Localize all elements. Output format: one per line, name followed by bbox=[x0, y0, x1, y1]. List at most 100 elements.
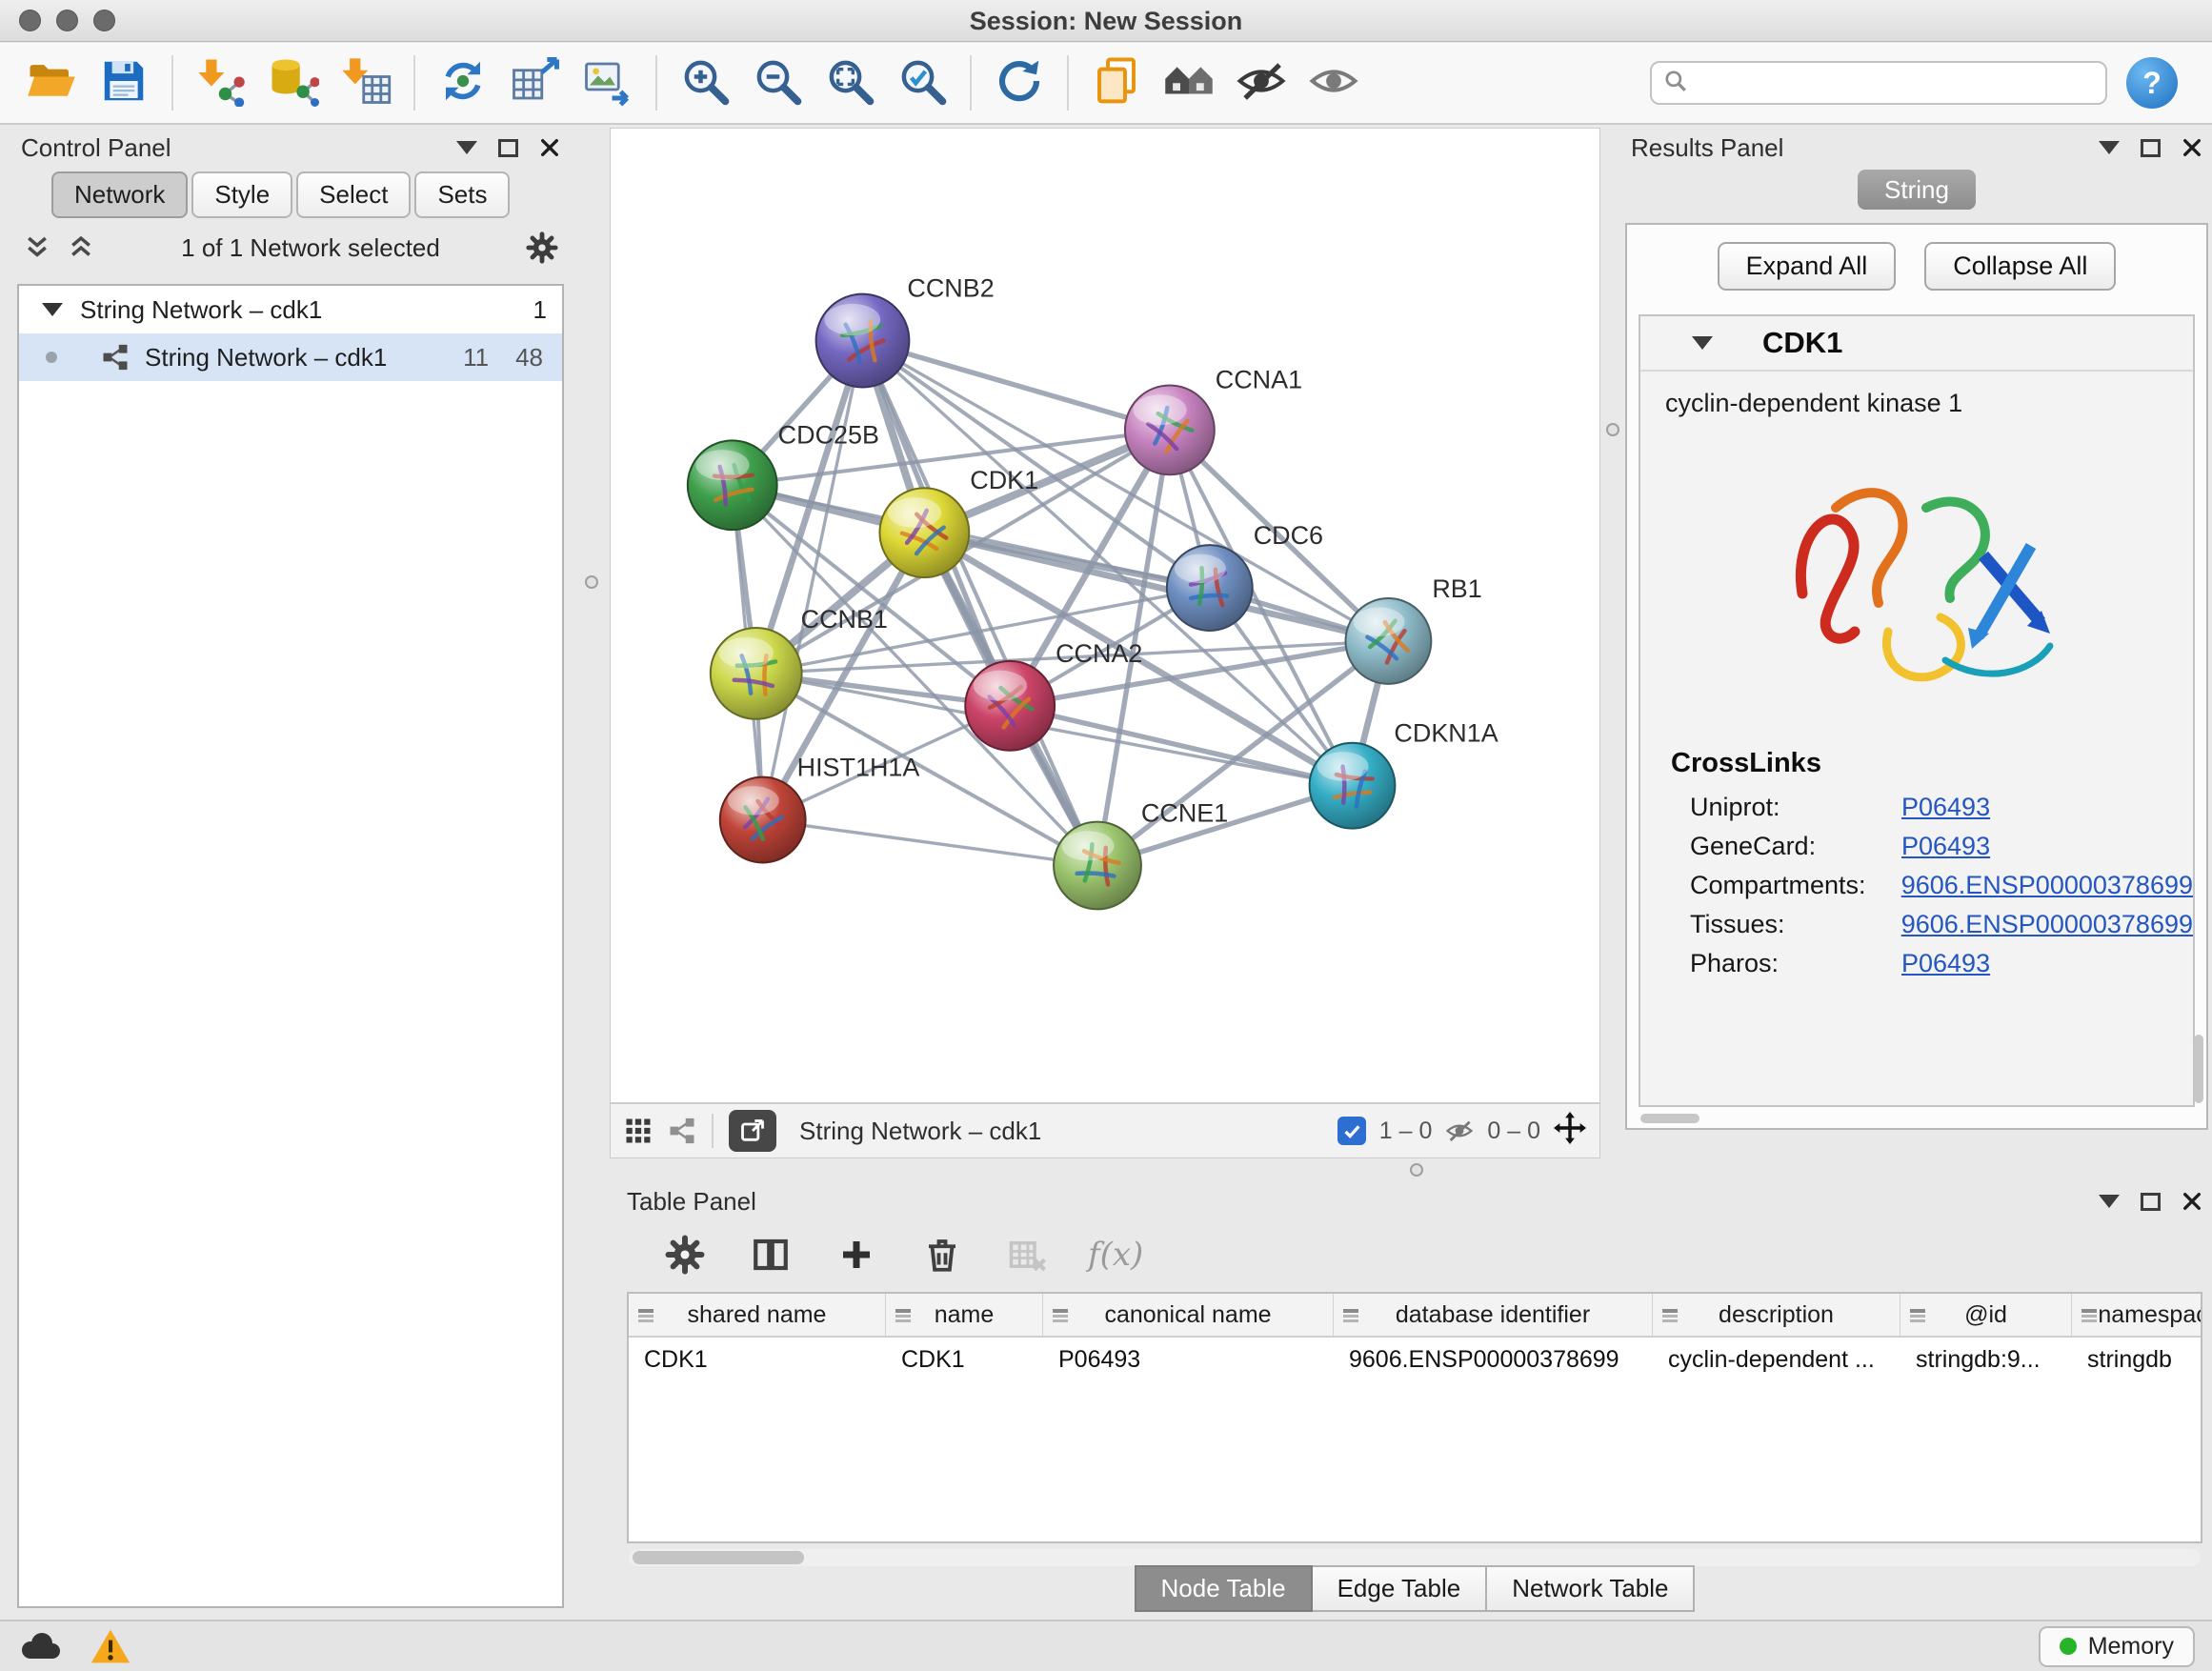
network-collection-row[interactable]: String Network – cdk1 1 bbox=[19, 286, 562, 333]
panel-menu-icon[interactable] bbox=[456, 141, 477, 154]
expand-all-tree-icon[interactable] bbox=[23, 233, 51, 262]
network-node-CDC6[interactable] bbox=[1167, 545, 1253, 631]
close-panel-icon[interactable] bbox=[539, 137, 560, 158]
column-header[interactable]: namespace bbox=[2072, 1294, 2202, 1336]
network-graph[interactable]: CCNB2CCNA1CDC25BCDK1CDC6RB1CCNB1CCNA2CDK… bbox=[611, 129, 1599, 1102]
right-splitter-handle[interactable] bbox=[1606, 423, 1619, 436]
float-panel-icon[interactable] bbox=[2141, 139, 2161, 157]
fit-crosshair-icon[interactable] bbox=[1554, 1112, 1586, 1151]
show-columns-button[interactable] bbox=[745, 1229, 796, 1280]
zoom-fit-button[interactable] bbox=[814, 50, 886, 116]
scrollbar-thumb[interactable] bbox=[633, 1551, 804, 1564]
close-panel-icon[interactable] bbox=[2182, 1191, 2202, 1212]
birds-eye-view-icon[interactable] bbox=[624, 1117, 653, 1145]
crosslink-link[interactable]: P06493 bbox=[1901, 949, 1990, 978]
protein-entry-header[interactable]: CDK1 bbox=[1640, 316, 2193, 372]
panel-menu-icon[interactable] bbox=[2099, 1195, 2120, 1208]
network-canvas[interactable]: CCNB2CCNA1CDC25BCDK1CDC6RB1CCNB1CCNA2CDK… bbox=[610, 128, 1600, 1103]
tab-network[interactable]: Network bbox=[51, 171, 188, 218]
table-horizontal-scrollbar[interactable] bbox=[629, 1549, 2201, 1566]
collapse-all-button[interactable]: Collapse All bbox=[1924, 242, 2116, 291]
selected-checkbox-icon[interactable] bbox=[1337, 1117, 1366, 1145]
float-panel-icon[interactable] bbox=[498, 139, 518, 157]
network-node-RB1[interactable] bbox=[1346, 598, 1432, 684]
table-cell[interactable]: cyclin-dependent ... bbox=[1653, 1346, 1900, 1374]
tab-select[interactable]: Select bbox=[296, 171, 411, 218]
tab-network-table[interactable]: Network Table bbox=[1487, 1565, 1695, 1612]
network-from-table-button[interactable] bbox=[499, 50, 572, 116]
genemania-button[interactable] bbox=[1153, 50, 1225, 116]
table-cell[interactable]: CDK1 bbox=[629, 1346, 886, 1374]
detach-view-button[interactable] bbox=[729, 1110, 776, 1152]
zoom-out-button[interactable] bbox=[741, 50, 814, 116]
network-node-CCNE1[interactable] bbox=[1054, 822, 1141, 910]
network-node-CCNA1[interactable] bbox=[1125, 385, 1215, 474]
network-node-CDC25B[interactable] bbox=[688, 440, 777, 530]
tab-string[interactable]: String bbox=[1858, 170, 1976, 210]
network-node-CCNB2[interactable] bbox=[816, 294, 910, 388]
network-share-icon[interactable] bbox=[668, 1117, 696, 1145]
network-node-CCNB1[interactable] bbox=[711, 628, 802, 719]
memory-button[interactable]: Memory bbox=[2039, 1626, 2195, 1667]
save-session-button[interactable] bbox=[88, 50, 160, 116]
cloud-icon[interactable] bbox=[17, 1630, 63, 1662]
column-header[interactable]: shared name bbox=[629, 1294, 886, 1336]
vertical-scrollbar-thumb[interactable] bbox=[2194, 1035, 2203, 1103]
delete-column-button[interactable] bbox=[916, 1229, 968, 1280]
column-header[interactable]: canonical name bbox=[1043, 1294, 1334, 1336]
table-cell[interactable]: CDK1 bbox=[886, 1346, 1043, 1374]
table-cell[interactable]: stringdb:9... bbox=[1900, 1346, 2072, 1374]
network-node-CDKN1A[interactable] bbox=[1310, 743, 1396, 829]
table-cell[interactable]: 9606.ENSP00000378699 bbox=[1334, 1346, 1653, 1374]
maximize-window-button[interactable] bbox=[93, 10, 115, 31]
export-image-button[interactable] bbox=[572, 50, 644, 116]
apply-layout-button[interactable] bbox=[983, 50, 1056, 116]
tab-style[interactable]: Style bbox=[191, 171, 292, 218]
warning-icon[interactable] bbox=[90, 1627, 131, 1665]
network-row[interactable]: String Network – cdk1 11 48 bbox=[19, 333, 562, 381]
collapse-entry-icon[interactable] bbox=[1692, 336, 1713, 350]
tab-edge-table[interactable]: Edge Table bbox=[1313, 1565, 1488, 1612]
tab-node-table[interactable]: Node Table bbox=[1135, 1565, 1313, 1612]
expand-all-button[interactable]: Expand All bbox=[1718, 242, 1897, 291]
table-cell[interactable]: P06493 bbox=[1043, 1346, 1334, 1374]
open-session-button[interactable] bbox=[15, 50, 88, 116]
import-network-database-button[interactable] bbox=[257, 50, 330, 116]
table-row[interactable]: CDK1 CDK1 P06493 9606.ENSP00000378699 cy… bbox=[629, 1338, 2202, 1381]
column-header[interactable]: @id bbox=[1900, 1294, 2072, 1336]
crosslink-link[interactable]: 9606.ENSP00000378699 bbox=[1901, 871, 2193, 900]
network-node-HIST1H1A[interactable] bbox=[720, 777, 806, 863]
crosslink-link[interactable]: P06493 bbox=[1901, 793, 1990, 822]
table-options-button[interactable] bbox=[659, 1229, 711, 1280]
panel-menu-icon[interactable] bbox=[2099, 141, 2120, 154]
column-header[interactable]: name bbox=[886, 1294, 1043, 1336]
show-graphics-details-button[interactable] bbox=[1297, 50, 1370, 116]
collapse-all-tree-icon[interactable] bbox=[67, 233, 95, 262]
network-from-selection-button[interactable] bbox=[427, 50, 499, 116]
zoom-selected-button[interactable] bbox=[886, 50, 958, 116]
create-column-button[interactable] bbox=[831, 1229, 882, 1280]
hidden-eye-slash-icon[interactable] bbox=[1445, 1117, 1474, 1145]
left-splitter-handle[interactable] bbox=[585, 575, 598, 589]
gear-icon[interactable] bbox=[526, 232, 558, 264]
crosslink-link[interactable]: P06493 bbox=[1901, 832, 1990, 861]
network-node-CCNA2[interactable] bbox=[965, 661, 1055, 751]
copy-button[interactable] bbox=[1080, 50, 1153, 116]
tree-expand-icon[interactable] bbox=[42, 303, 63, 316]
table-cell[interactable]: stringdb bbox=[2072, 1346, 2202, 1374]
float-panel-icon[interactable] bbox=[2141, 1193, 2161, 1211]
crosslink-link[interactable]: 9606.ENSP00000378699 bbox=[1901, 910, 2193, 939]
minimize-window-button[interactable] bbox=[56, 10, 78, 31]
horizontal-scrollbar-thumb[interactable] bbox=[1640, 1114, 1699, 1123]
column-header[interactable]: database identifier bbox=[1334, 1294, 1653, 1336]
search-input[interactable] bbox=[1698, 70, 2094, 97]
tab-sets[interactable]: Sets bbox=[414, 171, 510, 218]
import-table-file-button[interactable] bbox=[330, 50, 402, 116]
bottom-splitter-handle[interactable] bbox=[1410, 1163, 1423, 1177]
network-node-CDK1[interactable] bbox=[879, 488, 969, 577]
column-header[interactable]: description bbox=[1653, 1294, 1900, 1336]
zoom-in-button[interactable] bbox=[669, 50, 741, 116]
close-panel-icon[interactable] bbox=[2182, 137, 2202, 158]
hide-graphics-details-button[interactable] bbox=[1225, 50, 1297, 116]
help-button[interactable]: ? bbox=[2126, 57, 2178, 109]
